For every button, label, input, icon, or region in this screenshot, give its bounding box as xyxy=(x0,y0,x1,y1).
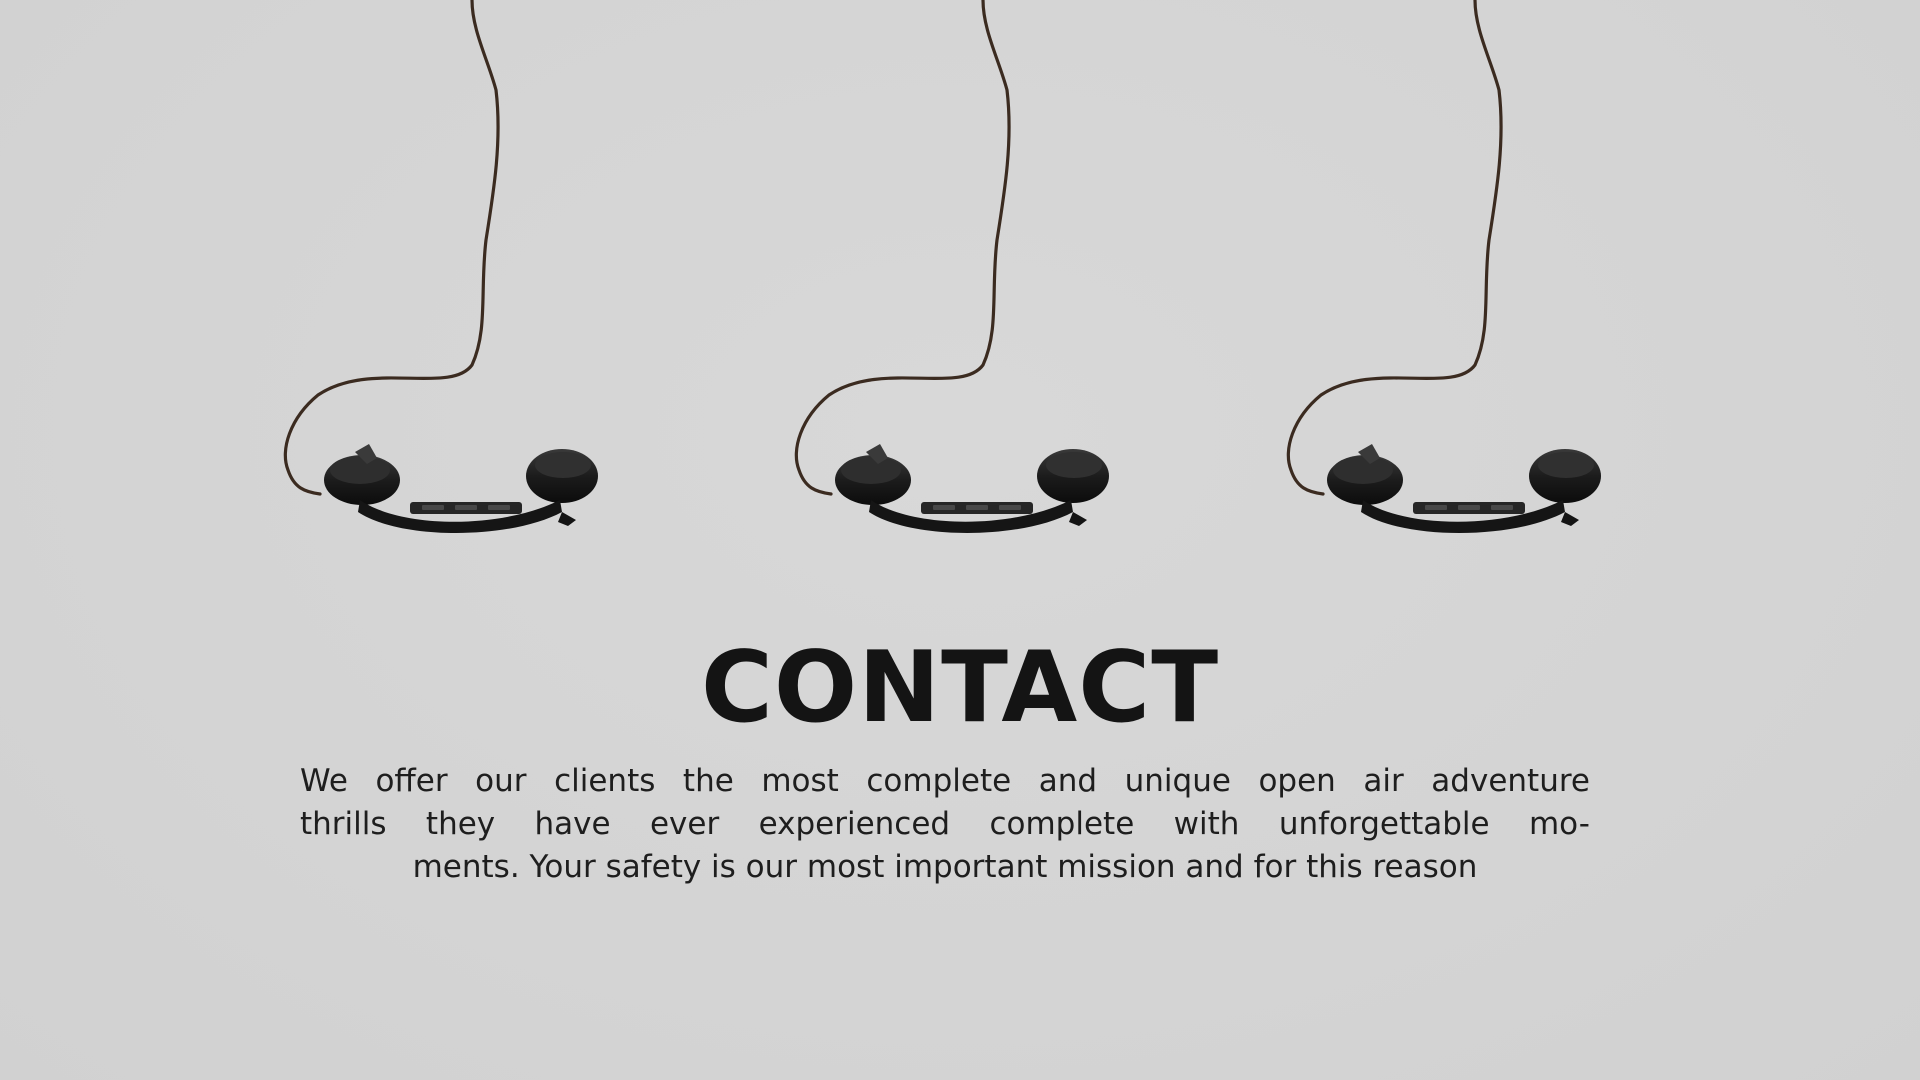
phones-illustration xyxy=(0,0,1920,560)
contact-description: We offer our clients the most complete and uniqu… xyxy=(300,760,1590,889)
telephone-receiver-icon xyxy=(250,0,610,560)
contact-section: CONTACT We offer our clients the most complete… xyxy=(0,0,1920,1080)
description-line: We offer our clients the most complete and uniqu… xyxy=(300,763,1590,799)
description-line: ments. Your safety is our most important… xyxy=(412,849,1478,885)
page-title: CONTACT xyxy=(700,631,1220,745)
telephone-receiver-icon xyxy=(761,0,1121,560)
description-line: thrills they have ever experienced complete wi… xyxy=(300,806,1590,842)
telephone-receiver-icon xyxy=(1253,0,1613,560)
